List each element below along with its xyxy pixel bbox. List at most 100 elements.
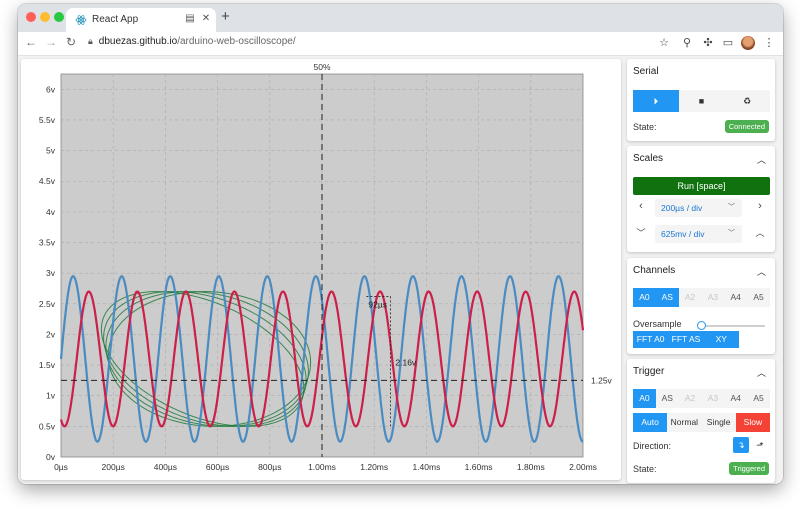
y-tick-label: 1.5v xyxy=(39,360,56,370)
oscilloscope-plot[interactable]: 0v 0.5v 1v 1.5v 2v 2.5v 3v 3.5v 4v 4.5v 5v 5.5v 6v 0… xyxy=(21,59,621,480)
tab-strip: React App ▤ ✕ + xyxy=(18,4,783,32)
react-logo-icon xyxy=(75,15,87,25)
time-div-select[interactable]: 200µs / div ﹀ xyxy=(655,199,742,217)
trigger-channel-a0[interactable]: A0 xyxy=(633,389,656,408)
trigger-mode-slow[interactable]: Slow xyxy=(735,413,770,432)
channel-a4-toggle[interactable]: A4 xyxy=(724,288,748,307)
trigger-mode-single[interactable]: Single xyxy=(701,413,736,432)
trigger-mode-select: Auto Normal Single Slow xyxy=(633,413,770,432)
channel-a3-toggle[interactable]: A3 xyxy=(701,288,725,307)
y-tick-label: 5.5v xyxy=(39,115,56,125)
serial-state-label: State: xyxy=(633,122,657,132)
volt-div-select[interactable]: 625mv / div ﹀ xyxy=(655,225,742,243)
y-tick-label: 0v xyxy=(46,452,56,462)
fft-as-button[interactable]: FFT AS xyxy=(668,331,704,348)
trigger-mode-normal[interactable]: Normal xyxy=(667,413,702,432)
url-domain: dbuezas.github.io xyxy=(98,36,178,47)
time-increase-icon[interactable]: › xyxy=(753,200,767,212)
back-icon[interactable]: ← xyxy=(24,35,38,49)
direction-label: Direction: xyxy=(633,441,672,451)
y-tick-label: 5v xyxy=(46,146,56,156)
y-tick-label: 3v xyxy=(46,268,56,278)
trigger-title: Trigger xyxy=(633,366,665,377)
reload-icon[interactable]: ↻ xyxy=(64,35,78,49)
trigger-channel-a5[interactable]: A5 xyxy=(747,389,770,408)
collapse-icon[interactable]: ︿ xyxy=(757,153,766,166)
voltage-measure-label: 2.16v xyxy=(395,358,417,368)
serial-state-badge: Connected xyxy=(724,120,769,133)
y-tick-label: 4v xyxy=(46,207,56,217)
x-tick-label: 1.00ms xyxy=(308,462,336,472)
channel-as-toggle[interactable]: AS xyxy=(655,288,679,307)
time-div-value: 200µs / div xyxy=(661,203,703,213)
falling-edge-icon[interactable]: ↴ xyxy=(733,437,749,453)
trigger-state-label: State: xyxy=(633,464,657,474)
time-measure-label: 92µs xyxy=(368,299,387,309)
channels-card: Channels ︿ A0 AS A2 A3 A4 A5 Oversample … xyxy=(627,258,775,354)
rising-edge-icon[interactable]: ⬏ xyxy=(752,437,768,453)
trigger-channel-a3[interactable]: A3 xyxy=(701,389,725,408)
cast-icon[interactable]: ▭ xyxy=(721,36,735,49)
y-tick-label: 6v xyxy=(46,84,56,94)
trigger-channel-as[interactable]: AS xyxy=(655,389,679,408)
collapse-icon[interactable]: ︿ xyxy=(757,366,766,379)
star-icon[interactable]: ☆ xyxy=(657,36,671,49)
oversample-slider-track[interactable] xyxy=(698,325,765,327)
forward-icon[interactable]: → xyxy=(44,35,58,49)
search-icon[interactable]: ⚲ xyxy=(680,36,694,49)
channel-a2-toggle[interactable]: A2 xyxy=(678,288,702,307)
trigger-card: Trigger ︿ A0 AS A2 A3 A4 A5 Auto Normal … xyxy=(627,359,775,483)
channel-a5-toggle[interactable]: A5 xyxy=(747,288,770,307)
page-content: 0v 0.5v 1v 1.5v 2v 2.5v 3v 3.5v 4v 4.5v 5v 5.5v 6v 0… xyxy=(18,56,783,484)
serial-stop-button[interactable]: ■ xyxy=(678,90,725,112)
x-tick-label: 2.00ms xyxy=(569,462,597,472)
minimize-window-button[interactable] xyxy=(40,12,50,22)
channel-a0-toggle[interactable]: A0 xyxy=(633,288,656,307)
browser-toolbar: ← → ↻ 🔒︎ dbuezas.github.io/arduino-web-os… xyxy=(18,32,783,56)
browser-tab[interactable]: React App ▤ ✕ xyxy=(66,8,216,32)
serial-reconnect-button[interactable]: ♻ xyxy=(724,90,771,112)
scales-title: Scales xyxy=(633,153,664,164)
close-window-button[interactable] xyxy=(26,12,36,22)
address-bar[interactable]: 🔒︎ dbuezas.github.io/arduino-web-oscillos… xyxy=(88,36,296,47)
tab-search-icon[interactable]: ▤ xyxy=(184,13,196,24)
x-tick-label: 200µs xyxy=(102,462,125,472)
serial-play-button[interactable]: ⏵ xyxy=(633,90,679,112)
serial-card: Serial ⏵ ■ ♻ State: Connected xyxy=(627,59,775,141)
y-tick-label: 2.5v xyxy=(39,299,56,309)
x-tick-label: 1.80ms xyxy=(517,462,545,472)
y-tick-label: 0.5v xyxy=(39,421,56,431)
lock-icon: 🔒︎ xyxy=(88,36,93,46)
x-tick-label: 1.40ms xyxy=(412,462,440,472)
y-tick-label: 3.5v xyxy=(39,238,56,248)
trigger-channel-a4[interactable]: A4 xyxy=(724,389,748,408)
x-tick-label: 800µs xyxy=(258,462,281,472)
fft-buttons: FFT A0 FFT AS XY xyxy=(633,331,739,348)
fft-a0-button[interactable]: FFT A0 xyxy=(633,331,669,348)
x-tick-label: 1.20ms xyxy=(360,462,388,472)
scales-card: Scales ︿ Run [space] ‹ 200µs / div ﹀ › ﹀… xyxy=(627,146,775,252)
xy-button[interactable]: XY xyxy=(703,331,739,348)
close-tab-icon[interactable]: ✕ xyxy=(200,13,212,24)
volt-decrease-icon[interactable]: ﹀ xyxy=(634,226,648,239)
trigger-position-label: 50% xyxy=(313,62,330,72)
y-tick-label: 1v xyxy=(46,391,56,401)
run-button[interactable]: Run [space] xyxy=(633,177,770,195)
oversample-label: Oversample xyxy=(633,319,682,329)
maximize-window-button[interactable] xyxy=(54,12,64,22)
trigger-mode-auto[interactable]: Auto xyxy=(633,413,668,432)
time-decrease-icon[interactable]: ‹ xyxy=(634,200,648,212)
trigger-level-label: 1.25v xyxy=(591,375,613,385)
trigger-channel-a2[interactable]: A2 xyxy=(678,389,702,408)
extensions-icon[interactable]: ✣ xyxy=(701,36,715,49)
channels-title: Channels xyxy=(633,265,676,276)
x-tick-label: 600µs xyxy=(206,462,229,472)
collapse-icon[interactable]: ︿ xyxy=(757,265,766,278)
profile-avatar[interactable] xyxy=(741,36,755,50)
new-tab-button[interactable]: + xyxy=(221,8,230,25)
serial-title: Serial xyxy=(633,66,659,77)
volt-increase-icon[interactable]: ︿ xyxy=(753,226,767,239)
menu-icon[interactable]: ⋮ xyxy=(762,36,776,49)
oversample-slider-handle[interactable] xyxy=(697,321,706,330)
trigger-state-badge: Triggered xyxy=(729,462,769,475)
